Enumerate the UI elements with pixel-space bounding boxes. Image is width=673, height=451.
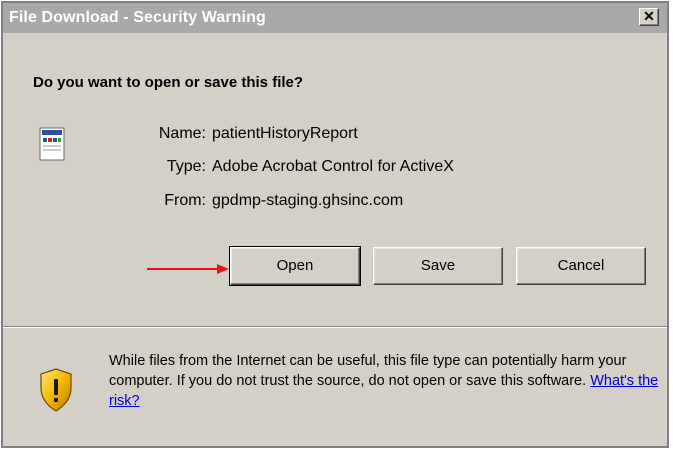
- type-label: Type:: [166, 158, 206, 175]
- title-bar[interactable]: File Download - Security Warning ✕: [3, 3, 667, 33]
- cancel-button[interactable]: Cancel: [516, 247, 646, 285]
- file-download-dialog: File Download - Security Warning ✕ Do yo…: [1, 1, 669, 448]
- separator: [3, 326, 667, 328]
- close-icon: ✕: [643, 8, 655, 24]
- file-name-value: patientHistoryReport: [212, 125, 358, 142]
- file-type-row: Type: Adobe Acrobat Control for ActiveX: [3, 158, 603, 176]
- file-from-value: gpdmp-staging.ghsinc.com: [212, 192, 404, 209]
- prompt-question: Do you want to open or save this file?: [33, 74, 304, 91]
- from-label: From:: [164, 192, 206, 209]
- file-from-row: From: gpdmp-staging.ghsinc.com: [3, 192, 603, 210]
- warning-message: While files from the Internet can be use…: [109, 353, 627, 389]
- name-label: Name:: [158, 125, 206, 142]
- file-type-value: Adobe Acrobat Control for ActiveX: [212, 158, 454, 175]
- security-warning-text: While files from the Internet can be use…: [109, 351, 659, 411]
- open-button[interactable]: Open: [229, 246, 361, 286]
- red-arrow-annotation: [147, 264, 229, 274]
- save-button[interactable]: Save: [373, 247, 503, 285]
- close-button[interactable]: ✕: [639, 8, 659, 26]
- shield-warning-icon: [40, 368, 72, 412]
- window-title: File Download - Security Warning: [9, 9, 266, 26]
- file-name-row: Name: patientHistoryReport: [3, 125, 603, 143]
